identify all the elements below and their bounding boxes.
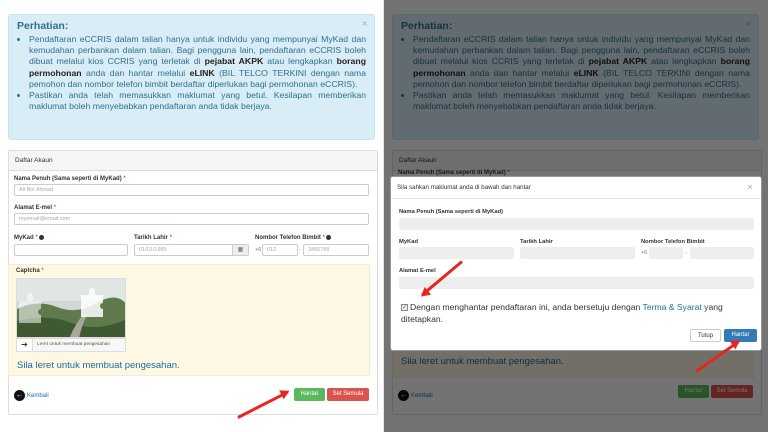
modal-mykad-value <box>399 247 514 259</box>
modal-title: Sila sahkan maklumat anda di bawah dan h… <box>391 177 761 199</box>
modal-email-label: Alamat E-mel <box>399 268 436 274</box>
email-label: Alamat E-mel * <box>14 205 57 211</box>
modal-mykad-label: MyKad <box>399 239 419 245</box>
notice-item-2: Pastikan anda telah memasukkan maklumat … <box>29 90 366 112</box>
dob-input[interactable]: 01/01/1985 ▦ <box>134 244 249 256</box>
slider-text: Leret untuk membuat pengesahan <box>37 342 111 347</box>
phone-area-input[interactable]: 012 <box>262 244 298 256</box>
full-name-label: Nama Penuh (Sama seperti di MyKad) * <box>14 176 126 182</box>
submit-button[interactable]: Hantar <box>294 388 325 401</box>
terms-link[interactable]: Terma & Syarat <box>643 302 702 312</box>
info-icon[interactable] <box>325 235 331 240</box>
modal-close-button[interactable]: Tutup <box>690 329 721 342</box>
modal-email-value <box>399 277 754 289</box>
back-link[interactable]: ← Kembali <box>14 390 49 401</box>
phone-dash: - <box>299 247 301 253</box>
terms-checkbox[interactable]: ✓ <box>401 304 408 312</box>
info-icon[interactable] <box>38 235 44 240</box>
modal-phone-label: Nombor Telefon Bimbit <box>641 239 705 245</box>
mykad-input[interactable] <box>14 244 128 256</box>
registration-page: × Perhatian: Pendaftaran eCCRIS dalam ta… <box>0 0 384 432</box>
modal-phone-number-value <box>690 247 754 259</box>
confirm-modal: Sila sahkan maklumat anda di bawah dan h… <box>390 176 762 351</box>
modal-phone-prefix: +6 <box>641 250 648 256</box>
back-arrow-icon: ← <box>14 390 25 401</box>
notice-item-1: Pendaftaran eCCRIS dalam talian hanya un… <box>29 34 366 90</box>
modal-dob-label: Tarikh Lahir <box>520 239 553 245</box>
confirmation-page: × Perhatian: Pendaftaran eCCRIS dalam ta… <box>384 0 768 432</box>
modal-phone-dash: - <box>685 250 687 256</box>
notice-text: atau lengkapkan <box>263 56 337 67</box>
email-input[interactable]: myemail@email.com <box>14 213 369 225</box>
notice-text: anda dan hantar melalui <box>81 67 190 78</box>
agree-text: Dengan menghantar pendaftaran ini, anda … <box>410 302 643 312</box>
card-header: Daftar Akaun <box>9 151 377 171</box>
modal-name-value <box>399 218 754 230</box>
captcha-label: Captcha * <box>16 268 44 274</box>
modal-phone-area-value <box>649 247 683 259</box>
mykad-label: MyKad * <box>14 235 44 241</box>
dob-label: Tarikh Lahir * <box>134 235 172 241</box>
modal-close-icon[interactable]: × <box>747 183 753 191</box>
phone-prefix: +6 <box>255 247 262 253</box>
captcha-image <box>16 278 126 338</box>
notice-close-icon[interactable]: × <box>361 19 368 28</box>
notice-alert: × Perhatian: Pendaftaran eCCRIS dalam ta… <box>8 14 375 140</box>
modal-name-label: Nama Penuh (Sama seperti di MyKad) <box>399 209 504 215</box>
captcha-hint: Sila leret untuk membuat pengesahan. <box>17 360 180 371</box>
calendar-icon[interactable]: ▦ <box>232 245 248 255</box>
phone-number-input[interactable]: 3456789 <box>303 244 369 256</box>
slider-arrow-icon[interactable]: ➔ <box>17 339 33 351</box>
captcha-landscape-image <box>17 279 125 337</box>
dob-placeholder: 01/01/1985 <box>139 247 167 253</box>
modal-dob-value <box>520 247 635 259</box>
elink-text: eLINK <box>189 67 215 78</box>
notice-list: Pendaftaran eCCRIS dalam talian hanya un… <box>17 34 366 112</box>
reset-button[interactable]: Set Semula <box>327 388 369 401</box>
phone-label: Nombor Telefon Bimbit * <box>255 235 331 241</box>
akpk-office-text: pejabat AKPK <box>204 56 264 67</box>
full-name-input[interactable]: Ali Bin Ahmad <box>14 184 369 196</box>
captcha-slider[interactable]: ➔ Leret untuk membuat pengesahan <box>16 338 126 352</box>
terms-agreement: ✓ Dengan menghantar pendaftaran ini, anda… <box>401 301 751 325</box>
notice-title: Perhatian: <box>17 20 69 32</box>
back-label: Kembali <box>27 393 49 400</box>
